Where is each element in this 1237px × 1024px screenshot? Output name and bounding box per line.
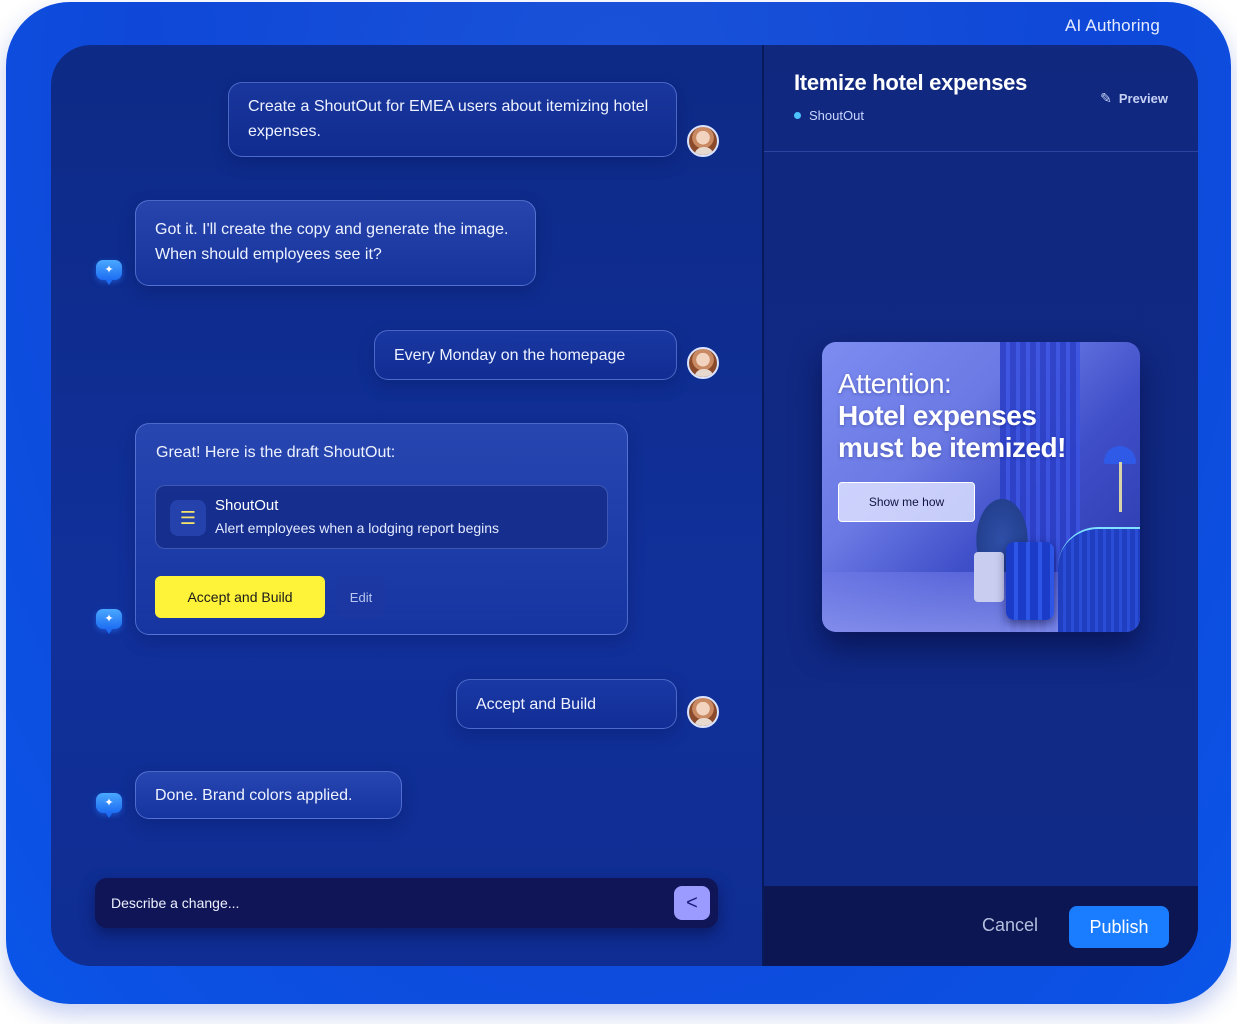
promo-line-2: Hotel expenses (838, 400, 1037, 431)
message-text: Every Monday on the homepage (394, 347, 626, 364)
chat-message-bot: Got it. I'll create the copy and generat… (135, 200, 536, 286)
user-avatar (687, 696, 719, 728)
cancel-button[interactable]: Cancel (982, 915, 1038, 936)
user-avatar (687, 125, 719, 157)
preview-label: Preview (1118, 91, 1168, 106)
preview-panel: Itemize hotel expenses ShoutOut ✎ Previe… (764, 45, 1198, 966)
pen-icon: ✎ (1100, 90, 1112, 106)
promo-line-3: must be itemized! (838, 432, 1066, 463)
draft-shoutout-card[interactable]: ☰ ShoutOut Alert employees when a lodgin… (155, 485, 608, 549)
lamp-stem-graphic (1119, 462, 1122, 512)
show-me-how-button[interactable]: Show me how (838, 482, 975, 522)
preview-title: Itemize hotel expenses (794, 70, 1028, 95)
bot-icon: ✦ (96, 793, 122, 818)
chat-message-user: Every Monday on the homepage (374, 330, 677, 380)
suitcase-graphic (1006, 542, 1054, 620)
message-text: Create a ShoutOut for EMEA users about i… (248, 98, 649, 140)
device-frame: AI Authoring Create a ShoutOut for EMEA … (6, 2, 1231, 1004)
window-title: AI Authoring (1064, 16, 1160, 35)
chat-message-user: Create a ShoutOut for EMEA users about i… (228, 82, 677, 157)
edit-button[interactable]: Edit (337, 576, 385, 618)
shoutout-preview-card: Attention: Hotel expenses must be itemiz… (822, 342, 1140, 632)
desk-graphic (1058, 527, 1140, 632)
app-screen: Create a ShoutOut for EMEA users about i… (51, 45, 1198, 966)
message-composer: < (95, 878, 718, 928)
bot-icon: ✦ (96, 609, 122, 634)
chat-message-bot: Done. Brand colors applied. (135, 771, 402, 819)
preview-button[interactable]: ✎ Preview (1100, 90, 1168, 107)
pot-graphic (974, 552, 1004, 602)
publish-button[interactable]: Publish (1069, 906, 1169, 948)
status-dot-icon (794, 112, 801, 119)
list-icon: ☰ (170, 500, 206, 536)
message-text: Great! Here is the draft ShoutOut: (156, 444, 396, 461)
preview-footer: Cancel Publish (764, 886, 1198, 966)
promo-headline: Attention: Hotel expenses must be itemiz… (838, 368, 1066, 464)
bot-icon: ✦ (96, 260, 122, 285)
message-text: Done. Brand colors applied. (155, 787, 353, 804)
card-title: ShoutOut (215, 497, 279, 514)
promo-line-1: Attention: (838, 368, 952, 399)
user-avatar (687, 347, 719, 379)
chat-message-user: Accept and Build (456, 679, 677, 729)
message-text: Got it. I'll create the copy and generat… (155, 221, 509, 263)
content-type-tag: ShoutOut (794, 108, 864, 123)
message-text: Accept and Build (476, 696, 597, 713)
card-subtitle: Alert employees when a lodging report be… (215, 520, 500, 536)
describe-change-input[interactable] (111, 893, 671, 913)
tag-label: ShoutOut (809, 108, 864, 123)
send-arrow-icon[interactable]: < (674, 886, 710, 920)
preview-header: Itemize hotel expenses ShoutOut ✎ Previe… (764, 45, 1198, 152)
accept-and-build-button[interactable]: Accept and Build (155, 576, 325, 618)
chat-panel: Create a ShoutOut for EMEA users about i… (51, 45, 762, 966)
